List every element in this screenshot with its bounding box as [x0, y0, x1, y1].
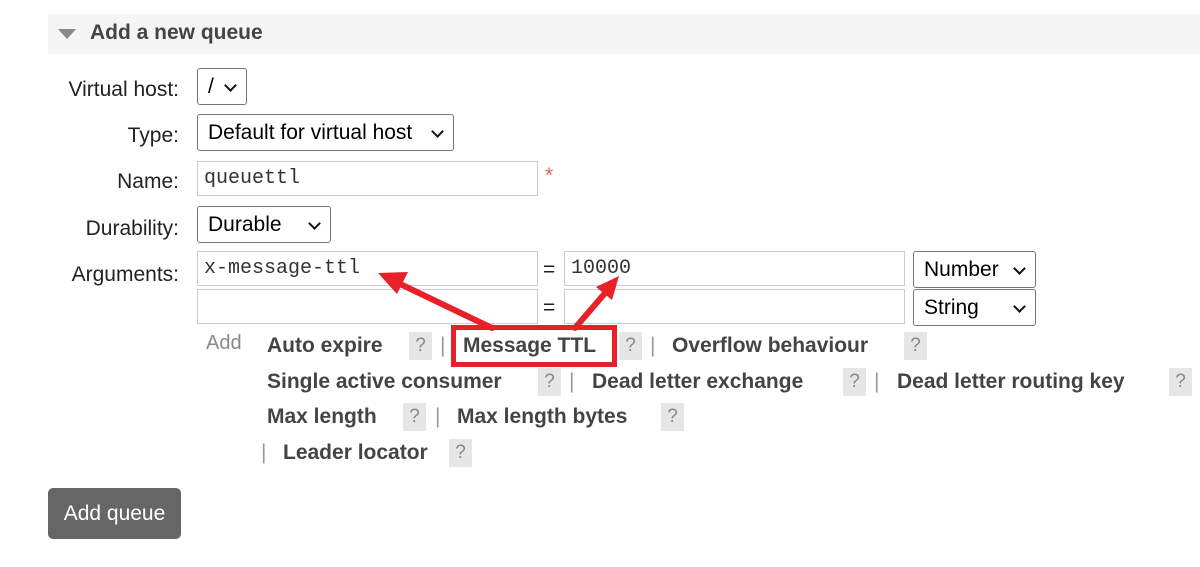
arrow-line-left	[393, 279, 495, 331]
arrow-line-right	[572, 289, 609, 331]
add-queue-button[interactable]: Add queue	[48, 488, 181, 539]
annotation-arrows	[378, 272, 619, 331]
